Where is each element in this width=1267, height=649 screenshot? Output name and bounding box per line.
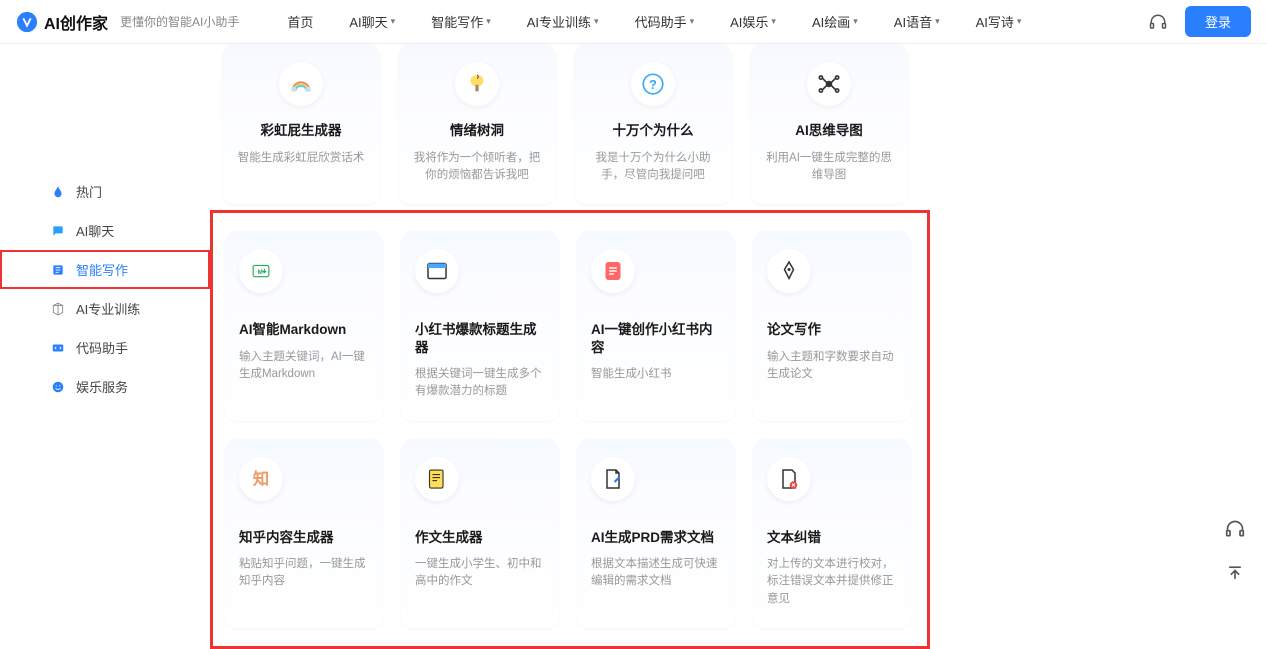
top-nav: 首页 AI聊天▾ 智能写作▾ AI专业训练▾ 代码助手▾ AI娱乐▾ AI绘画▾… (287, 12, 1021, 31)
card-thesis[interactable]: 论文写作 输入主题和字数要求自动生成论文 (753, 231, 911, 421)
card-title: 情绪树洞 (450, 122, 504, 140)
nav-home[interactable]: 首页 (287, 12, 313, 31)
logo-text: AI创作家 (44, 10, 108, 34)
svg-text:M: M (258, 269, 263, 276)
card-correction[interactable]: 文本纠错 对上传的文本进行校对，标注错误文本并提供修正意见 (753, 439, 911, 628)
card-desc: 根据文本描述生成可快速编辑的需求文档 (591, 556, 721, 591)
chevron-down-icon: ▾ (486, 16, 491, 27)
login-button[interactable]: 登录 (1185, 6, 1251, 37)
card-desc: 粘贴知乎问题，一键生成知乎内容 (239, 556, 369, 591)
top-card-row: 彩虹屁生成器 智能生成彩虹屁欣赏话术 情绪树洞 我将作为一个倾听者，把你的烦恼都… (210, 44, 1267, 204)
window-icon (415, 249, 459, 293)
nav-code[interactable]: 代码助手▾ (635, 12, 695, 31)
logo-area[interactable]: AI创作家 (16, 10, 108, 34)
card-desc: 一键生成小学生、初中和高中的作文 (415, 556, 545, 591)
card-desc: 我将作为一个倾听者，把你的烦恼都告诉我吧 (412, 150, 542, 185)
nav-painting[interactable]: AI绘画▾ (812, 12, 858, 31)
card-rainbow[interactable]: 彩虹屁生成器 智能生成彩虹屁欣赏话术 (222, 44, 380, 204)
nav-writing[interactable]: 智能写作▾ (431, 12, 491, 31)
svg-text:?: ? (649, 77, 657, 92)
card-desc: 智能生成彩虹屁欣赏话术 (238, 150, 365, 167)
sidebar-item-entertainment[interactable]: 娱乐服务 (0, 367, 210, 406)
nav-poetry[interactable]: AI写诗▾ (976, 12, 1022, 31)
smile-icon (50, 379, 66, 395)
doc-icon (591, 457, 635, 501)
chevron-down-icon: ▾ (1017, 16, 1022, 27)
fire-icon (50, 184, 66, 200)
zhi-icon: 知 (239, 457, 283, 501)
header: AI创作家 更懂你的智能AI小助手 首页 AI聊天▾ 智能写作▾ AI专业训练▾… (0, 0, 1267, 44)
sidebar-item-writing[interactable]: 智能写作 (0, 250, 210, 289)
sidebar-item-chat[interactable]: AI聊天 (0, 211, 210, 250)
card-markdown[interactable]: M AI智能Markdown 输入主题关键词，AI一键生成Markdown (225, 231, 383, 421)
cube-icon (50, 301, 66, 317)
card-desc: 我是十万个为什么小助手，尽管向我提问吧 (588, 150, 718, 185)
back-to-top-button[interactable] (1223, 561, 1247, 585)
headset-icon[interactable] (1149, 13, 1167, 31)
edit-icon (50, 262, 66, 278)
logo-icon (16, 11, 38, 33)
card-title: 彩虹屁生成器 (261, 122, 342, 140)
card-zhihu[interactable]: 知 知乎内容生成器 粘贴知乎问题，一键生成知乎内容 (225, 439, 383, 628)
chevron-down-icon: ▾ (594, 16, 599, 27)
sidebar-item-code[interactable]: 代码助手 (0, 328, 210, 367)
card-title: AI智能Markdown (239, 321, 346, 339)
sidebar-item-hot[interactable]: 热门 (0, 172, 210, 211)
card-desc: 输入主题和字数要求自动生成论文 (767, 349, 897, 384)
card-title: AI思维导图 (795, 122, 863, 140)
rainbow-icon (279, 62, 323, 106)
tree-icon (455, 62, 499, 106)
pen-icon (767, 249, 811, 293)
card-title: AI生成PRD需求文档 (591, 529, 714, 547)
card-desc: 利用AI一键生成完整的思维导图 (764, 150, 894, 185)
chat-icon (50, 223, 66, 239)
nav-training[interactable]: AI专业训练▾ (527, 12, 599, 31)
sidebar: 热门 AI聊天 智能写作 AI专业训练 代码助手 娱乐服务 (0, 52, 210, 649)
header-right: 登录 (1149, 6, 1251, 37)
card-desc: 智能生成小红书 (591, 366, 672, 383)
question-icon: ? (631, 62, 675, 106)
support-button[interactable] (1223, 517, 1247, 541)
card-title: AI一键创作小红书内容 (591, 321, 721, 356)
nav-chat[interactable]: AI聊天▾ (349, 12, 395, 31)
card-mindmap[interactable]: AI思维导图 利用AI一键生成完整的思维导图 (750, 44, 908, 204)
card-tree[interactable]: 情绪树洞 我将作为一个倾听者，把你的烦恼都告诉我吧 (398, 44, 556, 204)
chevron-down-icon: ▾ (935, 16, 940, 27)
card-title: 十万个为什么 (613, 122, 694, 140)
nav-voice[interactable]: AI语音▾ (894, 12, 940, 31)
sidebar-item-training[interactable]: AI专业训练 (0, 289, 210, 328)
chevron-down-icon: ▾ (690, 16, 695, 27)
essay-icon (415, 457, 459, 501)
chevron-down-icon: ▾ (391, 16, 396, 27)
body: 热门 AI聊天 智能写作 AI专业训练 代码助手 娱乐服务 彩虹屁生成器 (0, 44, 1267, 649)
card-essay[interactable]: 作文生成器 一键生成小学生、初中和高中的作文 (401, 439, 559, 628)
card-question[interactable]: ? 十万个为什么 我是十万个为什么小助手，尽管向我提问吧 (574, 44, 732, 204)
svg-text:知: 知 (253, 469, 269, 488)
nav-entertainment[interactable]: AI娱乐▾ (730, 12, 776, 31)
card-title: 知乎内容生成器 (239, 529, 334, 547)
card-desc: 根据关键词一键生成多个有爆款潜力的标题 (415, 366, 545, 401)
code-icon (50, 340, 66, 356)
card-desc: 输入主题关键词，AI一键生成Markdown (239, 349, 369, 384)
markdown-icon: M (239, 249, 283, 293)
chevron-down-icon: ▾ (853, 16, 858, 27)
card-title: 作文生成器 (415, 529, 483, 547)
mindmap-icon (807, 62, 851, 106)
float-actions (1223, 517, 1247, 585)
card-title: 文本纠错 (767, 529, 821, 547)
card-prd[interactable]: AI生成PRD需求文档 根据文本描述生成可快速编辑的需求文档 (577, 439, 735, 628)
tagline: 更懂你的智能AI小助手 (120, 13, 239, 30)
note-icon (591, 249, 635, 293)
card-title: 论文写作 (767, 321, 821, 339)
main-card-grid: M AI智能Markdown 输入主题关键词，AI一键生成Markdown 小红… (210, 210, 930, 649)
card-xiaohongshu-title[interactable]: 小红书爆款标题生成器 根据关键词一键生成多个有爆款潜力的标题 (401, 231, 559, 421)
correct-icon (767, 457, 811, 501)
card-xiaohongshu-content[interactable]: AI一键创作小红书内容 智能生成小红书 (577, 231, 735, 421)
card-title: 小红书爆款标题生成器 (415, 321, 545, 356)
chevron-down-icon: ▾ (771, 16, 776, 27)
card-desc: 对上传的文本进行校对，标注错误文本并提供修正意见 (767, 556, 897, 608)
main-content: 彩虹屁生成器 智能生成彩虹屁欣赏话术 情绪树洞 我将作为一个倾听者，把你的烦恼都… (210, 52, 1267, 649)
